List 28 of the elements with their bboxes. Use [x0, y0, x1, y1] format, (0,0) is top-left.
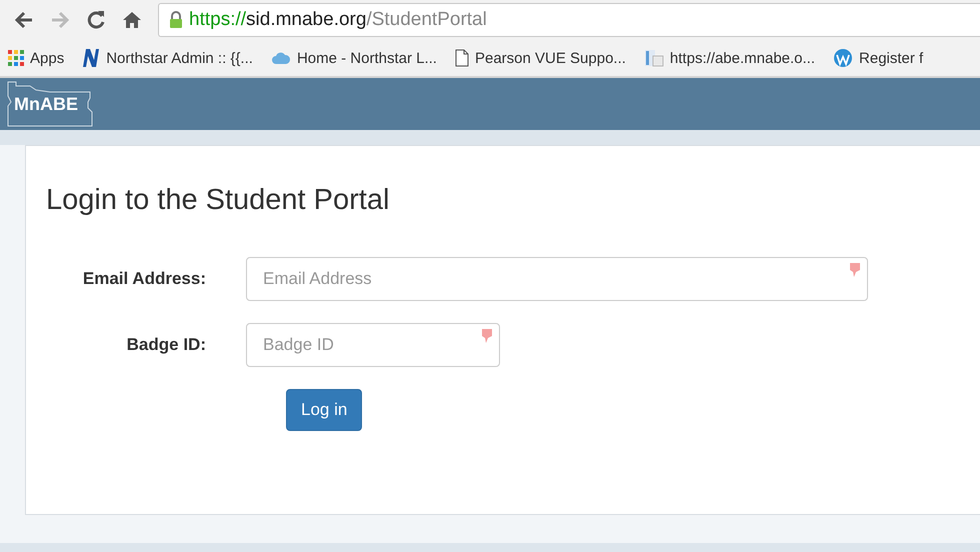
page-icon [454, 49, 469, 67]
document-icon [644, 49, 664, 67]
reload-icon [86, 10, 106, 30]
padlock-icon [169, 11, 183, 29]
bookmark-link[interactable]: https://abe.mnabe.o... [644, 49, 816, 67]
bookmark-link[interactable]: Register f [833, 48, 924, 68]
field-label: Badge ID: [126, 335, 207, 355]
address-bar[interactable]: https://sid.mnabe.org/StudentPortal [158, 3, 980, 37]
bookmark-link[interactable]: Home - Northstar L... [270, 50, 437, 66]
pushpin-icon [480, 328, 494, 344]
input-field[interactable]: Email Address [246, 257, 868, 301]
input-field[interactable]: Badge ID [246, 323, 500, 367]
bookmark-link[interactable]: Pearson VUE Suppo... [454, 49, 626, 67]
bookmark-link[interactable]: Northstar Admin :: {{... [82, 48, 253, 68]
url-text: https://sid.mnabe.org/StudentPortal [189, 9, 487, 31]
apps-grid-icon [8, 50, 24, 66]
bookmark-link[interactable]: Apps [8, 50, 64, 66]
back-arrow-icon [14, 11, 34, 29]
forward-arrow-icon [50, 11, 70, 29]
login-button[interactable]: Log in [286, 389, 362, 431]
pushpin-icon [848, 262, 862, 278]
page-title: Login to the Student Portal [46, 184, 390, 217]
state-outline-icon [6, 80, 94, 128]
letter-n-logo-icon [82, 48, 100, 68]
cloud-icon [270, 51, 291, 65]
wordpress-logo-icon [833, 48, 854, 68]
field-label: Email Address: [82, 269, 207, 289]
home-icon [122, 10, 142, 30]
